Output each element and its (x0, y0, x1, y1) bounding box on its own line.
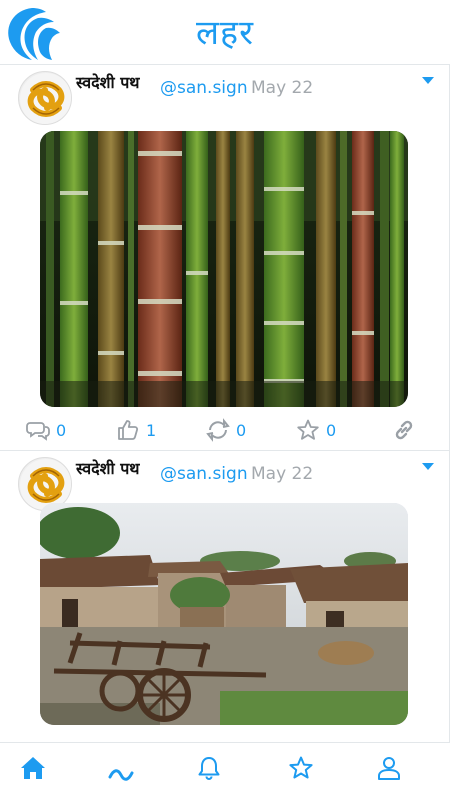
repost-count: 0 (236, 420, 247, 440)
reply-count: 0 (56, 420, 67, 440)
wave-icon (108, 769, 134, 781)
nav-notifications[interactable] (194, 753, 224, 783)
author-name[interactable]: स्वदेशी पथ (76, 457, 140, 479)
avatar[interactable] (18, 71, 72, 125)
comment-icon (26, 422, 50, 441)
post-image[interactable] (40, 503, 408, 725)
bamboo-grove-photo (40, 131, 408, 407)
user-icon (378, 757, 400, 780)
app-title: लहर (195, 13, 254, 53)
author-name[interactable]: स्वदेशी पथ (76, 71, 140, 93)
post-card[interactable]: स्वदेशी पथ @san.sign May 22 (0, 450, 450, 742)
post-date: May 22 (251, 464, 314, 484)
like-count: 1 (146, 420, 157, 440)
app-header: लहर (0, 0, 450, 64)
post-actions: 0 1 0 0 (0, 415, 450, 445)
star-icon (289, 756, 313, 779)
nav-home[interactable] (18, 753, 48, 783)
star-button[interactable]: 0 (296, 417, 336, 443)
post-card[interactable]: स्वदेशी पथ @san.sign May 22 (0, 64, 450, 450)
bell-icon (198, 757, 220, 780)
thumbs-up-icon (118, 420, 139, 440)
nav-feed[interactable] (106, 759, 136, 789)
post-image[interactable] (40, 131, 408, 407)
star-count: 0 (326, 420, 337, 440)
feed[interactable]: स्वदेशी पथ @san.sign May 22 0 1 0 0 स्वद… (0, 64, 450, 742)
nav-profile[interactable] (374, 753, 404, 783)
home-icon (21, 757, 45, 779)
repost-icon (206, 418, 230, 442)
bottom-nav (0, 742, 450, 800)
author-handle[interactable]: @san.sign (160, 464, 248, 484)
reply-button[interactable]: 0 (26, 417, 66, 443)
post-date: May 22 (251, 78, 314, 98)
chevron-down-icon[interactable] (421, 75, 435, 85)
like-button[interactable]: 1 (116, 417, 156, 443)
repost-button[interactable]: 0 (206, 417, 246, 443)
author-handle[interactable]: @san.sign (160, 78, 248, 98)
knot-logo-icon (20, 73, 71, 124)
nav-starred[interactable] (286, 753, 316, 783)
star-icon (297, 419, 319, 440)
chevron-down-icon[interactable] (421, 461, 435, 471)
village-bullock-cart-photo (40, 503, 408, 725)
share-link-button[interactable] (392, 417, 416, 443)
link-icon (395, 420, 413, 440)
